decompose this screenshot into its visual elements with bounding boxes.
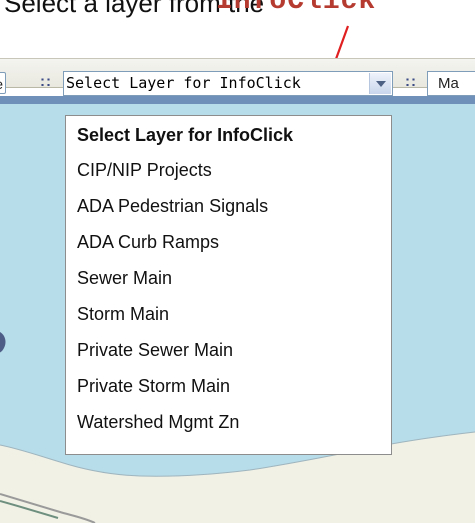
toolbar-left-button-label: e	[0, 76, 3, 92]
dropdown-item-private-storm-main[interactable]: Private Storm Main	[66, 369, 391, 403]
dropdown-item-private-sewer-main[interactable]: Private Sewer Main	[66, 333, 391, 367]
layer-dropdown-list: Select Layer for InfoClick CIP/NIP Proje…	[65, 115, 392, 455]
chevron-down-icon	[376, 81, 386, 87]
toolbar-left-button[interactable]: e	[0, 72, 6, 94]
dropdown-item-storm-main[interactable]: Storm Main	[66, 297, 391, 331]
dropdown-item-cip-nip-projects[interactable]: CIP/NIP Projects	[66, 153, 391, 187]
instruction-caption: Select a layer from the InfoClick	[0, 0, 475, 30]
select-value: Select Layer for InfoClick	[66, 74, 301, 92]
dropdown-item-ada-pedestrian-signals[interactable]: ADA Pedestrian Signals	[66, 189, 391, 223]
caption-highlight: InfoClick	[216, 0, 377, 17]
toolbar-separator: ::	[405, 73, 417, 90]
select-dropdown-button[interactable]	[369, 73, 391, 94]
dropdown-item-select-layer[interactable]: Select Layer for InfoClick	[66, 118, 391, 152]
dropdown-item-ada-curb-ramps[interactable]: ADA Curb Ramps	[66, 225, 391, 259]
dropdown-item-watershed-mgmt-zn[interactable]: Watershed Mgmt Zn	[66, 405, 391, 439]
dropdown-item-sewer-main[interactable]: Sewer Main	[66, 261, 391, 295]
toolbar-right-button-label: Ma	[438, 75, 459, 92]
toolbar-separator: ::	[40, 73, 52, 90]
toolbar-right-button[interactable]: Ma	[427, 71, 475, 96]
infoclick-layer-select[interactable]: Select Layer for InfoClick	[63, 71, 393, 96]
